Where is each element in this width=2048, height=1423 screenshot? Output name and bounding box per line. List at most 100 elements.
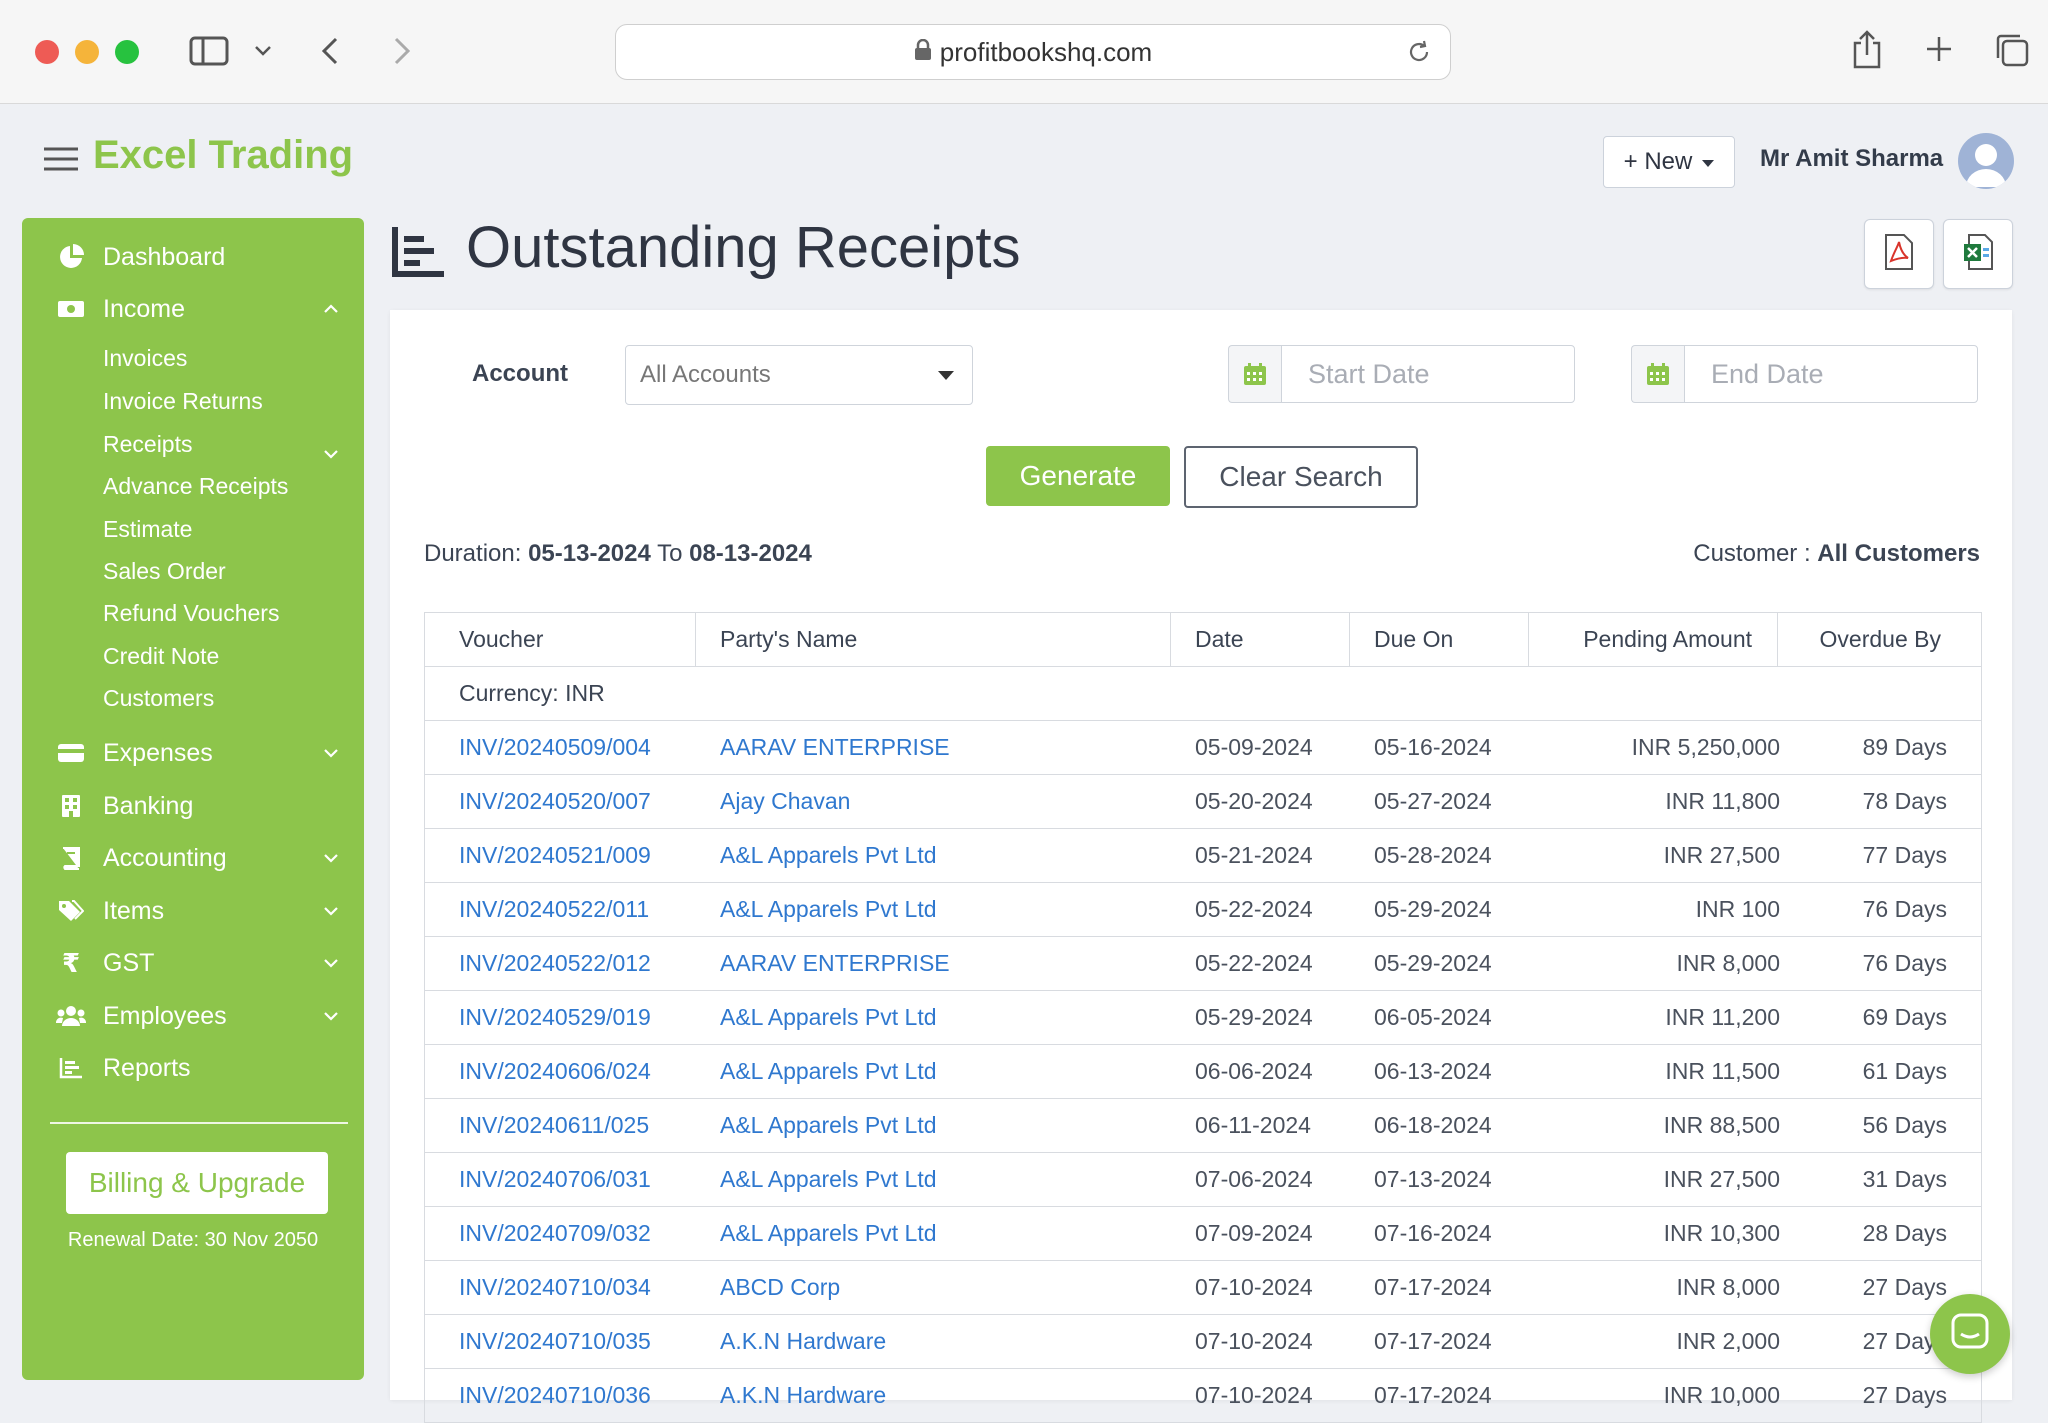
chevron-down-icon [320, 847, 342, 869]
tab-overview-icon[interactable] [1994, 32, 2030, 68]
avatar[interactable] [1958, 133, 2014, 189]
sidebar-item-dashboard[interactable]: Dashboard [22, 232, 364, 282]
reload-icon[interactable] [1406, 39, 1432, 70]
table-body: INV/20240509/004 AARAV ENTERPRISE 05-09-20… [425, 721, 1981, 1423]
close-window-button[interactable] [35, 40, 59, 64]
sidebar-item-accounting[interactable]: Accounting [22, 833, 364, 883]
account-select[interactable]: All Accounts [625, 345, 973, 405]
url-text: profitbookshq.com [939, 36, 1153, 67]
export-pdf-button[interactable] [1864, 219, 1934, 289]
cell-party-name[interactable]: A.K.N Hardware [720, 1315, 886, 1368]
cell-voucher[interactable]: INV/20240520/007 [459, 775, 651, 828]
generate-button[interactable]: Generate [986, 446, 1170, 506]
cell-voucher[interactable]: INV/20240709/032 [459, 1207, 651, 1260]
cell-voucher[interactable]: INV/20240529/019 [459, 991, 651, 1044]
new-button[interactable]: + New [1603, 136, 1735, 188]
sidebar-subitem-invoice-returns[interactable]: Invoice Returns [103, 388, 263, 415]
billing-upgrade-button[interactable]: Billing & Upgrade [66, 1152, 328, 1214]
cell-party-name[interactable]: A&L Apparels Pvt Ltd [720, 829, 937, 882]
column-header-overdue-by[interactable]: Overdue By [1778, 613, 1981, 666]
back-icon[interactable] [316, 34, 344, 68]
column-header-pending-amount[interactable]: Pending Amount [1529, 613, 1778, 666]
cell-date: 05-21-2024 [1195, 842, 1313, 868]
cell-party-name[interactable]: A.K.N Hardware [720, 1369, 886, 1422]
sidebar-subitem-sales-order[interactable]: Sales Order [103, 558, 226, 585]
calendar-icon[interactable] [1631, 345, 1684, 403]
sidebar-subitem-credit-note[interactable]: Credit Note [103, 643, 219, 670]
table-row: INV/20240509/004 AARAV ENTERPRISE 05-09-20… [425, 721, 1981, 775]
cell-voucher[interactable]: INV/20240522/011 [459, 883, 649, 936]
report-chart-icon [390, 224, 446, 280]
hamburger-menu-icon[interactable] [44, 146, 78, 172]
sidebar-item-reports[interactable]: Reports [22, 1043, 364, 1093]
sidebar-subitem-advance-receipts[interactable]: Advance Receipts [103, 473, 288, 500]
chevron-down-icon[interactable] [252, 40, 274, 62]
cell-party-name[interactable]: A&L Apparels Pvt Ltd [720, 991, 937, 1044]
cell-party-name[interactable]: ABCD Corp [720, 1261, 840, 1314]
cell-voucher[interactable]: INV/20240606/024 [459, 1045, 651, 1098]
cell-due-on: 05-27-2024 [1374, 788, 1492, 814]
table-row: INV/20240521/009 A&L Apparels Pvt Ltd 05-2… [425, 829, 1981, 883]
chevron-down-icon[interactable] [320, 443, 342, 465]
sidebar-item-expenses[interactable]: Expenses [22, 728, 364, 778]
cell-party-name[interactable]: A&L Apparels Pvt Ltd [720, 883, 937, 936]
app-title[interactable]: Excel Trading [93, 133, 353, 178]
sidebar-item-gst[interactable]: ₹ GST [22, 938, 364, 988]
forward-icon[interactable] [388, 34, 416, 68]
sidebar-subitem-estimate[interactable]: Estimate [103, 516, 192, 543]
calendar-icon[interactable] [1228, 345, 1281, 403]
cell-party-name[interactable]: A&L Apparels Pvt Ltd [720, 1045, 937, 1098]
cell-party-name[interactable]: A&L Apparels Pvt Ltd [720, 1153, 937, 1206]
table-row: INV/20240706/031 A&L Apparels Pvt Ltd 07-0… [425, 1153, 1981, 1207]
cell-voucher[interactable]: INV/20240521/009 [459, 829, 651, 882]
cell-voucher[interactable]: INV/20240706/031 [459, 1153, 651, 1206]
sidebar-item-employees[interactable]: Employees [22, 991, 364, 1041]
sidebar-item-label: Dashboard [103, 242, 226, 271]
zoom-window-button[interactable] [115, 40, 139, 64]
column-header-voucher[interactable]: Voucher [425, 613, 696, 666]
cell-voucher[interactable]: INV/20240611/025 [459, 1099, 649, 1152]
cell-overdue-by: 89 Days [1862, 734, 1947, 760]
column-header-party[interactable]: Party's Name [696, 613, 1171, 666]
cell-date: 07-10-2024 [1195, 1382, 1313, 1408]
cell-date: 05-29-2024 [1195, 1004, 1313, 1030]
cell-voucher[interactable]: INV/20240710/035 [459, 1315, 651, 1368]
sidebar-subitem-refund-vouchers[interactable]: Refund Vouchers [103, 600, 279, 627]
end-date-group[interactable]: End Date [1631, 345, 1978, 403]
cell-date: 05-09-2024 [1195, 734, 1313, 760]
clear-search-button[interactable]: Clear Search [1184, 446, 1418, 508]
cell-party-name[interactable]: A&L Apparels Pvt Ltd [720, 1207, 937, 1260]
cell-party-name[interactable]: Ajay Chavan [720, 775, 850, 828]
cell-voucher[interactable]: INV/20240522/012 [459, 937, 651, 990]
end-date-input[interactable]: End Date [1684, 345, 1978, 403]
share-icon[interactable] [1850, 28, 1884, 70]
chat-widget-button[interactable] [1930, 1294, 2010, 1374]
sidebar-toggle-icon[interactable] [188, 34, 230, 68]
cell-party-name[interactable]: A&L Apparels Pvt Ltd [720, 1099, 937, 1152]
column-header-due-on[interactable]: Due On [1350, 613, 1529, 666]
sidebar-item-items[interactable]: Items [22, 886, 364, 936]
table-row: INV/20240710/036 A.K.N Hardware 07-10-2024… [425, 1369, 1981, 1423]
new-tab-icon[interactable] [1924, 34, 1954, 64]
sidebar-subitem-invoices[interactable]: Invoices [103, 345, 187, 372]
sidebar-item-income[interactable]: Income [22, 284, 364, 334]
start-date-group[interactable]: Start Date [1228, 345, 1575, 403]
export-excel-button[interactable] [1943, 219, 2013, 289]
user-name[interactable]: Mr Amit Sharma [1760, 145, 1943, 173]
minimize-window-button[interactable] [75, 40, 99, 64]
cell-date: 06-11-2024 [1195, 1112, 1311, 1138]
cell-voucher[interactable]: INV/20240509/004 [459, 721, 651, 774]
cell-overdue-by: 69 Days [1862, 1004, 1947, 1030]
cell-voucher[interactable]: INV/20240710/034 [459, 1261, 651, 1314]
cell-pending-amount: INR 88,500 [1663, 1112, 1780, 1138]
cell-party-name[interactable]: AARAV ENTERPRISE [720, 937, 950, 990]
cell-party-name[interactable]: AARAV ENTERPRISE [720, 721, 950, 774]
cell-voucher[interactable]: INV/20240710/036 [459, 1369, 651, 1422]
account-label: Account [472, 360, 568, 387]
sidebar-subitem-receipts[interactable]: Receipts [103, 431, 192, 458]
column-header-date[interactable]: Date [1171, 613, 1350, 666]
sidebar-item-banking[interactable]: Banking [22, 781, 364, 831]
start-date-input[interactable]: Start Date [1281, 345, 1575, 403]
sidebar-subitem-customers[interactable]: Customers [103, 685, 214, 712]
address-bar[interactable]: profitbookshq.com [615, 24, 1451, 80]
